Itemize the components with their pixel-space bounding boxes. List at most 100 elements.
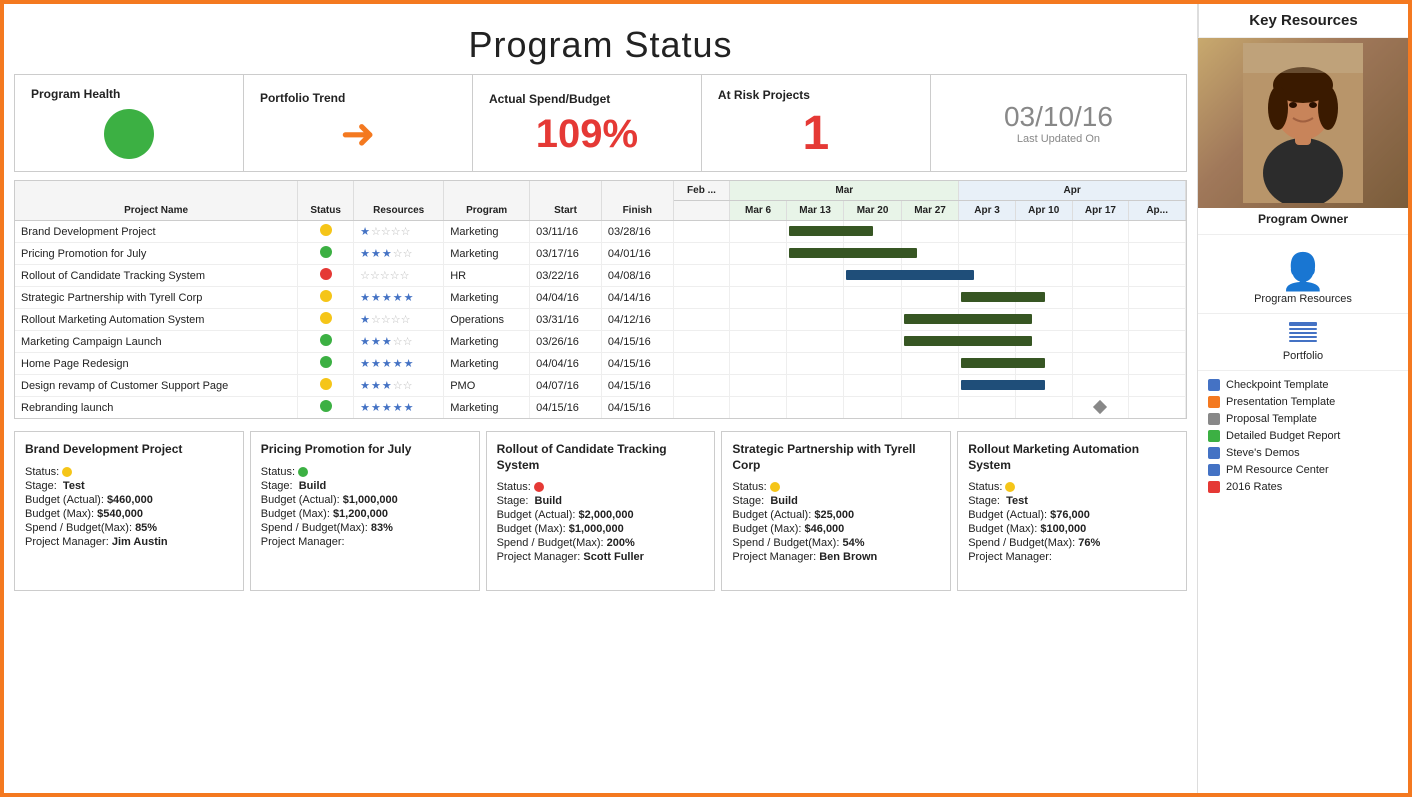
gantt-diamond (1093, 400, 1107, 414)
gantt-cell (1072, 397, 1129, 419)
start-cell: 03/22/16 (530, 265, 602, 287)
status-dot (320, 356, 332, 368)
program-owner-label: Program Owner (1198, 208, 1408, 235)
resources-cell: ★★★☆☆ (354, 243, 444, 265)
project-table: Project Name Status Resources Program St… (15, 181, 1186, 418)
resources-cell: ★★★★★ (354, 287, 444, 309)
gantt-cell (786, 243, 843, 265)
at-risk-label: At Risk Projects (718, 88, 810, 102)
actual-spend-value: 109% (536, 114, 638, 154)
gantt-cell (673, 309, 730, 331)
finish-cell: 04/14/16 (601, 287, 673, 309)
table-row: Home Page Redesign★★★★★Marketing04/04/16… (15, 353, 1186, 375)
gantt-cell (844, 287, 901, 309)
gantt-cell (959, 353, 1016, 375)
sidebar-link-item[interactable]: 2016 Rates (1208, 481, 1398, 493)
gantt-cell (959, 287, 1016, 309)
card-stage: Stage: Build (497, 495, 705, 507)
star-icon: ☆ (403, 380, 413, 392)
cards-row: Brand Development Project Status: Stage:… (14, 431, 1187, 591)
star-icon: ☆ (403, 336, 413, 348)
gantt-cell (901, 287, 958, 309)
project-card: Brand Development Project Status: Stage:… (14, 431, 244, 591)
th-mar20: Mar 20 (844, 201, 901, 221)
gantt-cell (1129, 265, 1186, 287)
gantt-cell (1072, 331, 1129, 353)
program-cell: Marketing (444, 287, 530, 309)
card-status-dot (298, 467, 308, 477)
gantt-cell (673, 243, 730, 265)
star-icon: ★ (382, 292, 393, 304)
start-cell: 04/04/16 (530, 287, 602, 309)
status-cell (298, 243, 354, 265)
start-cell: 03/17/16 (530, 243, 602, 265)
project-name-cell: Marketing Campaign Launch (15, 331, 298, 353)
card-budget-actual: Budget (Actual): $1,000,000 (261, 494, 469, 506)
card-stage: Stage: Test (968, 495, 1176, 507)
gantt-cell (959, 221, 1016, 243)
date-cell: 03/10/16 Last Updated On (931, 75, 1186, 171)
status-dot (320, 246, 332, 258)
resources-cell: ★★★☆☆ (354, 331, 444, 353)
resources-cell: ★★★★★ (354, 397, 444, 419)
status-cell (298, 265, 354, 287)
portfolio-section[interactable]: Portfolio (1198, 314, 1408, 371)
program-cell: Marketing (444, 221, 530, 243)
gantt-cell (673, 353, 730, 375)
project-name-cell: Home Page Redesign (15, 353, 298, 375)
gantt-cell (786, 287, 843, 309)
card-spend-budget: Spend / Budget(Max): 200% (497, 537, 705, 549)
card-spend-budget: Spend / Budget(Max): 76% (968, 537, 1176, 549)
star-icon: ★ (371, 292, 382, 304)
star-icon: ★ (382, 402, 393, 414)
star-icon: ★ (404, 292, 415, 304)
card-spend-budget: Spend / Budget(Max): 83% (261, 522, 469, 534)
portfolio-trend-label: Portfolio Trend (260, 91, 345, 105)
program-cell: Marketing (444, 331, 530, 353)
th-project-name: Project Name (15, 181, 298, 221)
card-title: Rollout Marketing Automation System (968, 442, 1176, 473)
start-cell: 04/07/16 (530, 375, 602, 397)
status-dot (320, 224, 332, 236)
card-spend-budget: Spend / Budget(Max): 85% (25, 522, 233, 534)
sidebar-link-item[interactable]: Checkpoint Template (1208, 379, 1398, 391)
gantt-bar (961, 380, 1045, 390)
status-dot (320, 400, 332, 412)
th-mar27: Mar 27 (901, 201, 958, 221)
sidebar-link-item[interactable]: Steve's Demos (1208, 447, 1398, 459)
sidebar-link-item[interactable]: Proposal Template (1208, 413, 1398, 425)
sidebar-link-item[interactable]: Detailed Budget Report (1208, 430, 1398, 442)
gantt-cell (959, 243, 1016, 265)
sidebar-link-item[interactable]: PM Resource Center (1208, 464, 1398, 476)
gantt-cell (673, 221, 730, 243)
card-budget-actual: Budget (Actual): $25,000 (732, 509, 940, 521)
gantt-cell (901, 309, 958, 331)
resources-cell: ★☆☆☆☆ (354, 309, 444, 331)
resources-cell: ★☆☆☆☆ (354, 221, 444, 243)
project-card: Strategic Partnership with Tyrell Corp S… (721, 431, 951, 591)
project-table-section: Project Name Status Resources Program St… (14, 180, 1187, 419)
gantt-cell (786, 331, 843, 353)
gantt-cell (1072, 243, 1129, 265)
sidebar-link-item[interactable]: Presentation Template (1208, 396, 1398, 408)
project-card: Rollout of Candidate Tracking System Sta… (486, 431, 716, 591)
th-finish: Finish (601, 181, 673, 221)
star-icon: ★ (382, 380, 393, 392)
gantt-bar (846, 270, 974, 280)
program-cell: HR (444, 265, 530, 287)
project-name-cell: Brand Development Project (15, 221, 298, 243)
status-cell (298, 309, 354, 331)
gantt-bar (961, 292, 1045, 302)
status-cell (298, 287, 354, 309)
program-resources-section[interactable]: 👤 Program Resources (1198, 235, 1408, 314)
program-cell: PMO (444, 375, 530, 397)
star-icon: ☆ (393, 380, 403, 392)
gantt-cell (844, 331, 901, 353)
project-name-cell: Rollout of Candidate Tracking System (15, 265, 298, 287)
card-status-dot (1005, 482, 1015, 492)
card-status-dot (62, 467, 72, 477)
gantt-cell (673, 331, 730, 353)
finish-cell: 03/28/16 (601, 221, 673, 243)
link-label: Presentation Template (1226, 396, 1335, 408)
gantt-cell (1129, 353, 1186, 375)
